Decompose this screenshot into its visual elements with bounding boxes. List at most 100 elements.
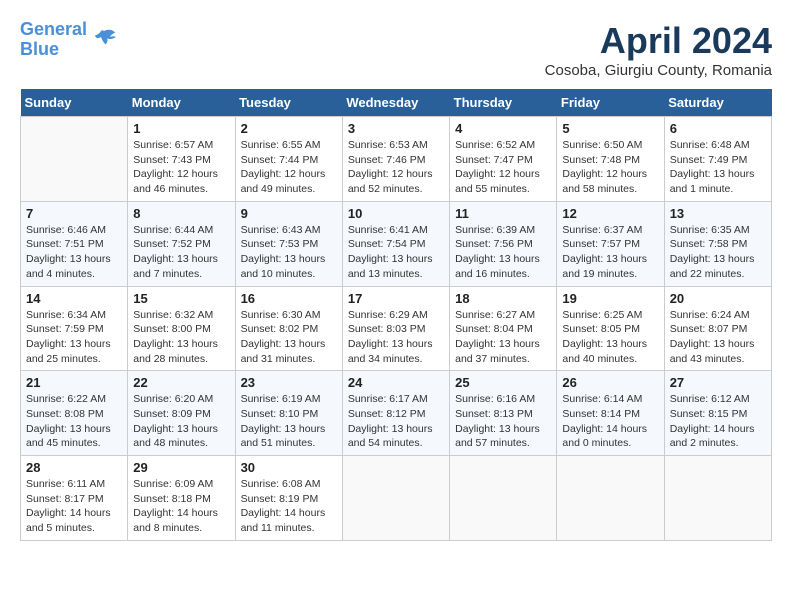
- calendar-cell: 6 Sunrise: 6:48 AM Sunset: 7:49 PM Dayli…: [664, 117, 771, 202]
- day-number: 4: [455, 121, 551, 136]
- title-area: April 2024 Cosoba, Giurgiu County, Roman…: [545, 20, 772, 79]
- calendar-table: SundayMondayTuesdayWednesdayThursdayFrid…: [20, 89, 772, 541]
- cell-info: Sunrise: 6:25 AM Sunset: 8:05 PM Dayligh…: [562, 308, 658, 367]
- day-number: 20: [670, 291, 766, 306]
- calendar-cell: 8 Sunrise: 6:44 AM Sunset: 7:52 PM Dayli…: [128, 201, 235, 286]
- cell-info: Sunrise: 6:48 AM Sunset: 7:49 PM Dayligh…: [670, 138, 766, 197]
- day-number: 8: [133, 206, 229, 221]
- calendar-cell: 15 Sunrise: 6:32 AM Sunset: 8:00 PM Dayl…: [128, 286, 235, 371]
- calendar-cell: 7 Sunrise: 6:46 AM Sunset: 7:51 PM Dayli…: [21, 201, 128, 286]
- calendar-cell: 27 Sunrise: 6:12 AM Sunset: 8:15 PM Dayl…: [664, 371, 771, 456]
- cell-info: Sunrise: 6:43 AM Sunset: 7:53 PM Dayligh…: [241, 223, 337, 282]
- weekday-header: Wednesday: [342, 89, 449, 117]
- weekday-header: Monday: [128, 89, 235, 117]
- day-number: 3: [348, 121, 444, 136]
- cell-info: Sunrise: 6:35 AM Sunset: 7:58 PM Dayligh…: [670, 223, 766, 282]
- cell-info: Sunrise: 6:08 AM Sunset: 8:19 PM Dayligh…: [241, 477, 337, 536]
- cell-info: Sunrise: 6:22 AM Sunset: 8:08 PM Dayligh…: [26, 392, 122, 451]
- calendar-cell: 30 Sunrise: 6:08 AM Sunset: 8:19 PM Dayl…: [235, 456, 342, 541]
- calendar-cell: 19 Sunrise: 6:25 AM Sunset: 8:05 PM Dayl…: [557, 286, 664, 371]
- day-number: 28: [26, 460, 122, 475]
- page-header: General Blue April 2024 Cosoba, Giurgiu …: [20, 20, 772, 79]
- cell-info: Sunrise: 6:44 AM Sunset: 7:52 PM Dayligh…: [133, 223, 229, 282]
- day-number: 6: [670, 121, 766, 136]
- calendar-cell: 16 Sunrise: 6:30 AM Sunset: 8:02 PM Dayl…: [235, 286, 342, 371]
- calendar-cell: 4 Sunrise: 6:52 AM Sunset: 7:47 PM Dayli…: [450, 117, 557, 202]
- weekday-header: Thursday: [450, 89, 557, 117]
- cell-info: Sunrise: 6:52 AM Sunset: 7:47 PM Dayligh…: [455, 138, 551, 197]
- calendar-cell: 11 Sunrise: 6:39 AM Sunset: 7:56 PM Dayl…: [450, 201, 557, 286]
- day-number: 2: [241, 121, 337, 136]
- weekday-header: Tuesday: [235, 89, 342, 117]
- cell-info: Sunrise: 6:11 AM Sunset: 8:17 PM Dayligh…: [26, 477, 122, 536]
- day-number: 9: [241, 206, 337, 221]
- calendar-cell: 29 Sunrise: 6:09 AM Sunset: 8:18 PM Dayl…: [128, 456, 235, 541]
- day-number: 24: [348, 375, 444, 390]
- calendar-cell: [342, 456, 449, 541]
- calendar-cell: 1 Sunrise: 6:57 AM Sunset: 7:43 PM Dayli…: [128, 117, 235, 202]
- day-number: 19: [562, 291, 658, 306]
- cell-info: Sunrise: 6:46 AM Sunset: 7:51 PM Dayligh…: [26, 223, 122, 282]
- day-number: 18: [455, 291, 551, 306]
- calendar-cell: 18 Sunrise: 6:27 AM Sunset: 8:04 PM Dayl…: [450, 286, 557, 371]
- cell-info: Sunrise: 6:12 AM Sunset: 8:15 PM Dayligh…: [670, 392, 766, 451]
- day-number: 12: [562, 206, 658, 221]
- weekday-header-row: SundayMondayTuesdayWednesdayThursdayFrid…: [21, 89, 772, 117]
- calendar-cell: 28 Sunrise: 6:11 AM Sunset: 8:17 PM Dayl…: [21, 456, 128, 541]
- day-number: 10: [348, 206, 444, 221]
- cell-info: Sunrise: 6:24 AM Sunset: 8:07 PM Dayligh…: [670, 308, 766, 367]
- day-number: 16: [241, 291, 337, 306]
- day-number: 29: [133, 460, 229, 475]
- day-number: 7: [26, 206, 122, 221]
- calendar-cell: 10 Sunrise: 6:41 AM Sunset: 7:54 PM Dayl…: [342, 201, 449, 286]
- day-number: 14: [26, 291, 122, 306]
- day-number: 27: [670, 375, 766, 390]
- day-number: 22: [133, 375, 229, 390]
- cell-info: Sunrise: 6:53 AM Sunset: 7:46 PM Dayligh…: [348, 138, 444, 197]
- calendar-cell: 25 Sunrise: 6:16 AM Sunset: 8:13 PM Dayl…: [450, 371, 557, 456]
- cell-info: Sunrise: 6:50 AM Sunset: 7:48 PM Dayligh…: [562, 138, 658, 197]
- day-number: 11: [455, 206, 551, 221]
- cell-info: Sunrise: 6:41 AM Sunset: 7:54 PM Dayligh…: [348, 223, 444, 282]
- logo-text: General Blue: [20, 20, 87, 60]
- calendar-cell: 22 Sunrise: 6:20 AM Sunset: 8:09 PM Dayl…: [128, 371, 235, 456]
- day-number: 1: [133, 121, 229, 136]
- cell-info: Sunrise: 6:55 AM Sunset: 7:44 PM Dayligh…: [241, 138, 337, 197]
- cell-info: Sunrise: 6:57 AM Sunset: 7:43 PM Dayligh…: [133, 138, 229, 197]
- calendar-week-row: 28 Sunrise: 6:11 AM Sunset: 8:17 PM Dayl…: [21, 456, 772, 541]
- cell-info: Sunrise: 6:20 AM Sunset: 8:09 PM Dayligh…: [133, 392, 229, 451]
- calendar-cell: 20 Sunrise: 6:24 AM Sunset: 8:07 PM Dayl…: [664, 286, 771, 371]
- calendar-cell: 23 Sunrise: 6:19 AM Sunset: 8:10 PM Dayl…: [235, 371, 342, 456]
- cell-info: Sunrise: 6:17 AM Sunset: 8:12 PM Dayligh…: [348, 392, 444, 451]
- cell-info: Sunrise: 6:37 AM Sunset: 7:57 PM Dayligh…: [562, 223, 658, 282]
- calendar-cell: 14 Sunrise: 6:34 AM Sunset: 7:59 PM Dayl…: [21, 286, 128, 371]
- day-number: 13: [670, 206, 766, 221]
- cell-info: Sunrise: 6:39 AM Sunset: 7:56 PM Dayligh…: [455, 223, 551, 282]
- cell-info: Sunrise: 6:16 AM Sunset: 8:13 PM Dayligh…: [455, 392, 551, 451]
- calendar-cell: 21 Sunrise: 6:22 AM Sunset: 8:08 PM Dayl…: [21, 371, 128, 456]
- calendar-cell: 2 Sunrise: 6:55 AM Sunset: 7:44 PM Dayli…: [235, 117, 342, 202]
- logo: General Blue: [20, 20, 119, 60]
- cell-info: Sunrise: 6:19 AM Sunset: 8:10 PM Dayligh…: [241, 392, 337, 451]
- day-number: 17: [348, 291, 444, 306]
- weekday-header: Saturday: [664, 89, 771, 117]
- calendar-week-row: 21 Sunrise: 6:22 AM Sunset: 8:08 PM Dayl…: [21, 371, 772, 456]
- cell-info: Sunrise: 6:34 AM Sunset: 7:59 PM Dayligh…: [26, 308, 122, 367]
- cell-info: Sunrise: 6:29 AM Sunset: 8:03 PM Dayligh…: [348, 308, 444, 367]
- location: Cosoba, Giurgiu County, Romania: [545, 62, 772, 79]
- weekday-header: Sunday: [21, 89, 128, 117]
- calendar-cell: 12 Sunrise: 6:37 AM Sunset: 7:57 PM Dayl…: [557, 201, 664, 286]
- calendar-week-row: 7 Sunrise: 6:46 AM Sunset: 7:51 PM Dayli…: [21, 201, 772, 286]
- calendar-week-row: 14 Sunrise: 6:34 AM Sunset: 7:59 PM Dayl…: [21, 286, 772, 371]
- day-number: 15: [133, 291, 229, 306]
- calendar-cell: 13 Sunrise: 6:35 AM Sunset: 7:58 PM Dayl…: [664, 201, 771, 286]
- day-number: 30: [241, 460, 337, 475]
- calendar-cell: 9 Sunrise: 6:43 AM Sunset: 7:53 PM Dayli…: [235, 201, 342, 286]
- calendar-cell: [450, 456, 557, 541]
- day-number: 25: [455, 375, 551, 390]
- calendar-week-row: 1 Sunrise: 6:57 AM Sunset: 7:43 PM Dayli…: [21, 117, 772, 202]
- calendar-cell: [557, 456, 664, 541]
- cell-info: Sunrise: 6:30 AM Sunset: 8:02 PM Dayligh…: [241, 308, 337, 367]
- calendar-cell: 3 Sunrise: 6:53 AM Sunset: 7:46 PM Dayli…: [342, 117, 449, 202]
- weekday-header: Friday: [557, 89, 664, 117]
